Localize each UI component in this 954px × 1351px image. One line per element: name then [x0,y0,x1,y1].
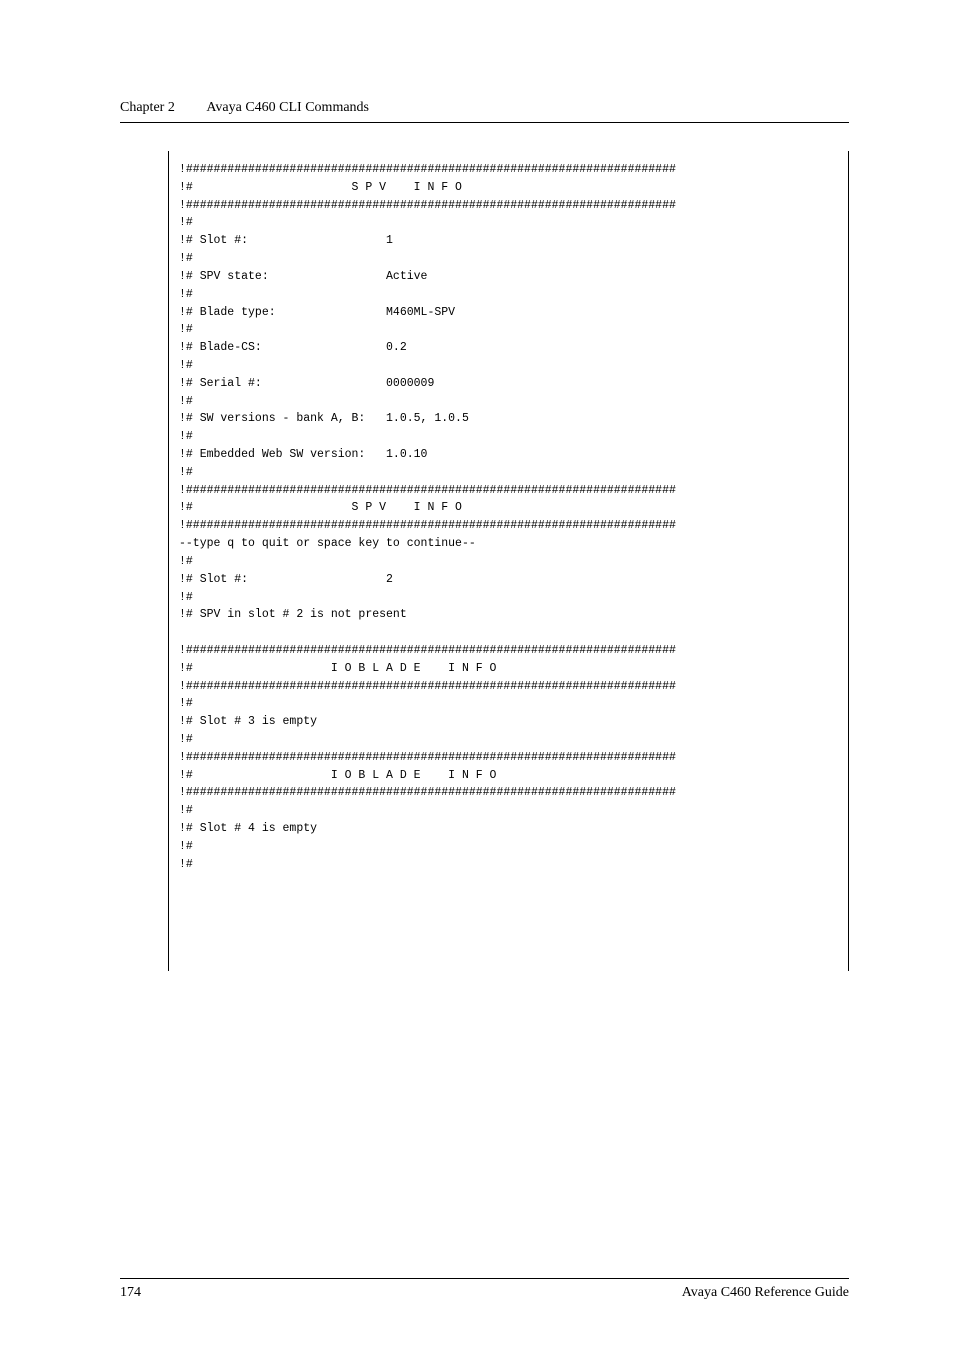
code-block: !#######################################… [179,161,842,874]
footer-row: 174 Avaya C460 Reference Guide [120,1285,849,1301]
page: Chapter 2 Avaya C460 CLI Commands !#####… [0,0,954,1351]
book-title: Avaya C460 Reference Guide [682,1285,849,1301]
footer-rule [120,1278,849,1279]
code-block-frame: !#######################################… [168,151,849,971]
chapter-label: Chapter 2 [120,100,175,116]
header-rule [120,122,849,123]
footer: 174 Avaya C460 Reference Guide [120,1278,849,1301]
running-header: Chapter 2 Avaya C460 CLI Commands [120,100,849,116]
chapter-title: Avaya C460 CLI Commands [206,100,369,116]
page-number: 174 [120,1285,141,1301]
